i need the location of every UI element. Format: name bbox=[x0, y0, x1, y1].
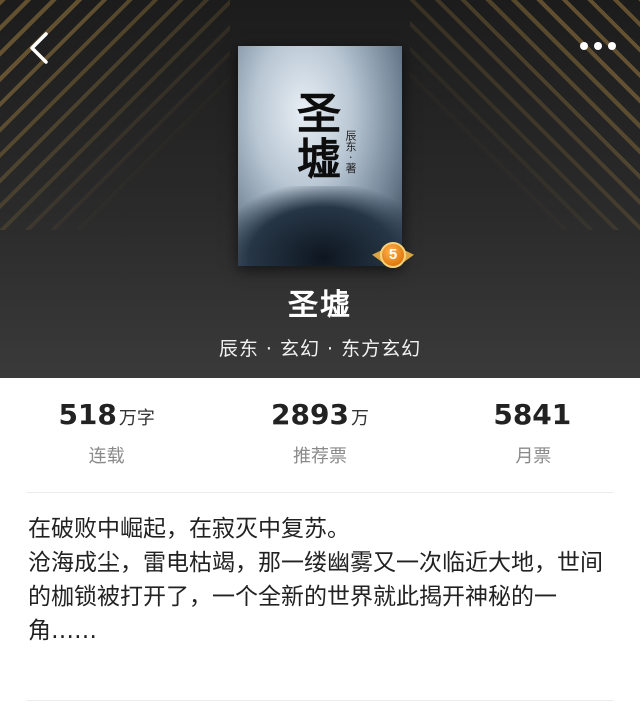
stat-value: 518 万字 bbox=[58, 398, 154, 436]
book-description[interactable]: 在破败中崛起，在寂灭中复苏。 沧海成尘，雷电枯竭，那一缕幽雾又一次临近大地，世间… bbox=[28, 512, 618, 648]
stat-label: 月票 bbox=[515, 446, 552, 467]
book-header-banner: 圣墟 辰东 · 著 5 圣墟 辰东 · 玄幻 · 东方玄幻 bbox=[0, 0, 640, 378]
stat-recommend-votes[interactable]: 2893 万 推荐票 bbox=[213, 398, 426, 470]
more-dots-icon bbox=[580, 42, 616, 50]
more-options-button[interactable] bbox=[576, 34, 620, 58]
level-badge: 5 bbox=[372, 240, 414, 274]
cover-author: 辰东 · 著 bbox=[344, 130, 357, 174]
divider bbox=[26, 700, 614, 701]
stat-monthly-votes[interactable]: 5841 月票 bbox=[427, 398, 640, 470]
book-meta[interactable]: 辰东 · 玄幻 · 东方玄幻 bbox=[0, 334, 640, 361]
chevron-left-icon bbox=[30, 32, 48, 64]
stat-number: 518 bbox=[58, 398, 117, 431]
description-line: 在破败中崛起，在寂灭中复苏。 bbox=[28, 516, 350, 542]
stat-value: 2893 万 bbox=[271, 398, 369, 436]
stat-unit: 万 bbox=[350, 408, 369, 429]
stat-label: 连载 bbox=[88, 446, 125, 467]
stats-row: 518 万字 连载 2893 万 推荐票 5841 月票 bbox=[0, 398, 640, 470]
divider bbox=[26, 492, 614, 493]
level-badge-number: 5 bbox=[380, 242, 406, 268]
cover-title-calligraphy: 圣墟 bbox=[289, 90, 340, 182]
description-line: 沧海成尘，雷电枯竭，那一缕幽雾又一次临近大地，世间的枷锁被打开了，一个全新的世界… bbox=[28, 550, 603, 644]
stat-label: 推荐票 bbox=[292, 446, 347, 467]
stat-word-count: 518 万字 连载 bbox=[0, 398, 213, 470]
stat-number: 5841 bbox=[493, 398, 572, 431]
book-title: 圣墟 bbox=[288, 288, 352, 323]
stat-unit: 万字 bbox=[118, 408, 155, 429]
book-cover[interactable]: 圣墟 辰东 · 著 bbox=[238, 46, 402, 266]
stat-value: 5841 bbox=[493, 398, 573, 436]
stat-number: 2893 bbox=[271, 398, 349, 431]
back-button[interactable] bbox=[22, 28, 58, 68]
